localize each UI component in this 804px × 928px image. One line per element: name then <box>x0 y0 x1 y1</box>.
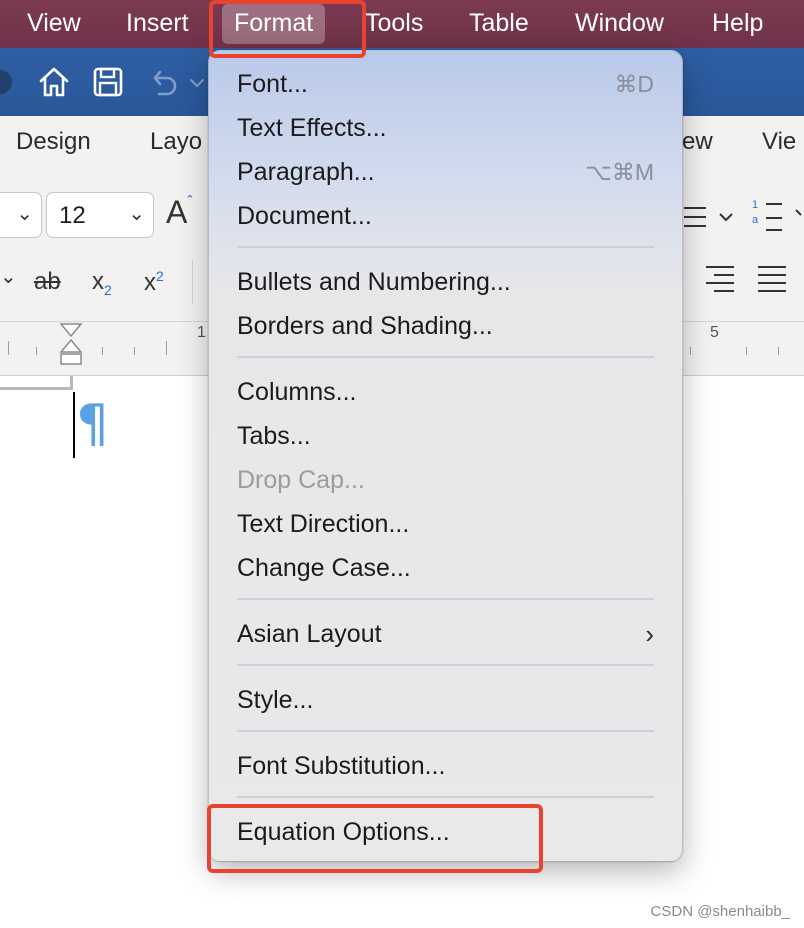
menu-item-document[interactable]: Document... <box>237 196 654 236</box>
menu-separator <box>237 730 654 732</box>
menu-item-text-direction[interactable]: Text Direction... <box>237 504 654 544</box>
grow-font-label: A <box>166 194 188 230</box>
chevron-down-icon: ⌄ <box>16 203 33 225</box>
tab-design[interactable]: Design <box>16 128 91 156</box>
paragraph-mark: ¶ <box>76 394 110 454</box>
tab-layout[interactable]: Layo <box>150 128 202 156</box>
subscript-two-icon: 2 <box>104 281 112 298</box>
menu-item-label: Borders and Shading... <box>237 312 493 340</box>
menu-item-label: Drop Cap... <box>237 466 365 494</box>
menu-item-paragraph[interactable]: Paragraph... ⌥⌘M <box>237 152 654 192</box>
ruler-number: 1 <box>197 324 206 341</box>
menu-item-label: Asian Layout <box>237 620 382 648</box>
font-name-dropdown[interactable]: ⌄ <box>0 192 42 238</box>
menu-item-font[interactable]: Font... ⌘D <box>237 64 654 104</box>
font-size-value: 12 <box>59 202 86 229</box>
ruler-number: 5 <box>710 324 719 341</box>
font-size-dropdown[interactable]: 12 ⌄ <box>46 192 154 238</box>
multilevel-list-icon[interactable] <box>682 202 742 232</box>
menu-item-borders-shading[interactable]: Borders and Shading... <box>237 306 654 346</box>
menu-item-asian-layout[interactable]: Asian Layout › <box>237 614 654 654</box>
tab-review[interactable]: ew <box>682 128 713 156</box>
menu-table[interactable]: Table <box>469 0 529 48</box>
menu-help[interactable]: Help <box>712 0 763 48</box>
menu-item-text-effects[interactable]: Text Effects... <box>237 108 654 148</box>
toolbar-divider <box>192 260 193 304</box>
numbered-list-icon[interactable]: 1 a <box>752 196 804 236</box>
menu-item-drop-cap: Drop Cap... <box>237 460 654 500</box>
chevron-down-icon[interactable]: ⌄ <box>0 264 17 289</box>
menu-item-label: Tabs... <box>237 422 311 450</box>
format-menu: Font... ⌘D Text Effects... Paragraph... … <box>208 50 683 862</box>
menu-item-tabs[interactable]: Tabs... <box>237 416 654 456</box>
menu-item-columns[interactable]: Columns... <box>237 372 654 412</box>
superscript-button[interactable]: x2 <box>144 268 164 297</box>
menu-item-shortcut: ⌘D <box>614 71 654 97</box>
chevron-right-icon: › <box>645 619 654 649</box>
menu-separator <box>237 246 654 248</box>
menu-item-label: Font... <box>237 70 308 98</box>
caret-up-icon: ˆ <box>187 194 193 211</box>
menu-separator <box>237 598 654 600</box>
menu-item-shortcut: ⌥⌘M <box>585 159 654 185</box>
menu-item-label: Font Substitution... <box>237 752 446 780</box>
menu-item-label: Style... <box>237 686 314 714</box>
menu-item-label: Text Direction... <box>237 510 410 538</box>
menu-item-label: Paragraph... <box>237 158 375 186</box>
watermark: CSDN @shenhaibb_ <box>650 903 790 920</box>
strikethrough-button[interactable]: ab <box>34 268 61 296</box>
menu-insert[interactable]: Insert <box>126 0 189 48</box>
justify-icon[interactable] <box>756 264 788 294</box>
text-cursor <box>73 392 75 458</box>
menu-item-bullets-numbering[interactable]: Bullets and Numbering... <box>237 262 654 302</box>
margin-guide <box>0 376 73 390</box>
menu-separator <box>237 356 654 358</box>
menu-item-label: Columns... <box>237 378 357 406</box>
menu-item-label: Bullets and Numbering... <box>237 268 511 296</box>
menu-item-label: Text Effects... <box>237 114 387 142</box>
menu-item-font-substitution[interactable]: Font Substitution... <box>237 746 654 786</box>
window-button-icon[interactable] <box>0 70 12 94</box>
grow-font-button[interactable]: Aˆ <box>166 194 193 231</box>
align-right-icon[interactable] <box>704 264 736 294</box>
subscript-label: x <box>92 268 104 295</box>
format-highlight-box <box>209 0 366 58</box>
indent-marker-icon[interactable] <box>59 322 83 366</box>
superscript-label: x <box>144 269 156 296</box>
undo-icon[interactable] <box>145 64 181 100</box>
menu-item-label: Change Case... <box>237 554 411 582</box>
undo-dropdown-icon[interactable] <box>188 64 206 100</box>
menu-item-label: Document... <box>237 202 372 230</box>
menu-bar: View Insert Format Tools Table Window He… <box>0 0 804 48</box>
chevron-down-icon: ⌄ <box>128 203 145 225</box>
svg-text:a: a <box>752 214 759 226</box>
home-icon[interactable] <box>36 64 72 100</box>
menu-separator <box>237 664 654 666</box>
save-icon[interactable] <box>90 64 126 100</box>
menu-view[interactable]: View <box>27 0 81 48</box>
superscript-two-icon: 2 <box>156 268 164 284</box>
menu-item-style[interactable]: Style... <box>237 680 654 720</box>
menu-item-change-case[interactable]: Change Case... <box>237 548 654 588</box>
svg-text:1: 1 <box>752 199 758 211</box>
menu-separator <box>237 796 654 798</box>
subscript-button[interactable]: x2 <box>92 268 112 298</box>
menu-window[interactable]: Window <box>575 0 664 48</box>
menu-tools[interactable]: Tools <box>365 0 423 48</box>
tab-view[interactable]: Vie <box>762 128 796 156</box>
equation-options-highlight-box <box>207 804 543 873</box>
